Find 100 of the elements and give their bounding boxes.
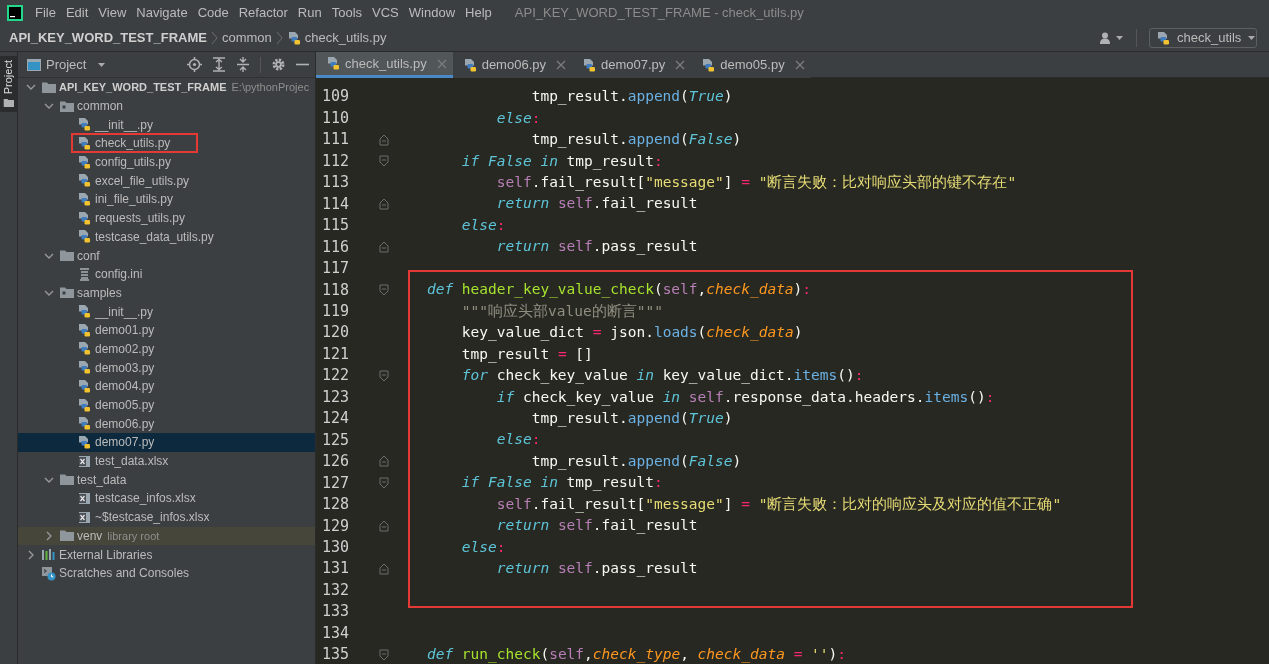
- line-number: 133: [321, 601, 351, 623]
- python-file-icon: [77, 341, 92, 357]
- close-icon[interactable]: [794, 60, 805, 70]
- fold-icon[interactable]: [379, 240, 389, 253]
- tree-item[interactable]: check_utils.py: [18, 134, 315, 153]
- tree-item[interactable]: config.ini: [18, 264, 315, 284]
- tree-item[interactable]: demo07.py: [18, 433, 315, 452]
- tree-item[interactable]: demo05.py: [18, 395, 315, 415]
- python-file-icon: [77, 304, 92, 320]
- menu-item[interactable]: VCS: [367, 2, 404, 23]
- close-icon[interactable]: [436, 58, 447, 69]
- breadcrumb[interactable]: API_KEY_WORD_TEST_FRAME: [9, 28, 207, 48]
- breadcrumb[interactable]: common: [221, 28, 272, 48]
- tree-item[interactable]: External Libraries: [18, 545, 315, 564]
- tree-item[interactable]: demo04.py: [18, 377, 315, 396]
- run-config-dropdown[interactable]: check_utils: [1149, 28, 1257, 48]
- menu-item[interactable]: File: [30, 2, 61, 23]
- settings-icon[interactable]: [271, 57, 286, 72]
- expand-icon[interactable]: [212, 57, 226, 72]
- breadcrumb[interactable]: check_utils.py: [286, 28, 387, 48]
- tree-item[interactable]: Scratches and Consoles: [18, 563, 315, 583]
- editor-tab[interactable]: check_utils.py: [316, 52, 453, 78]
- line-number: 120: [321, 322, 351, 344]
- folder-icon: [59, 248, 74, 264]
- line-number: 117: [321, 258, 351, 280]
- tree-item[interactable]: API_KEY_WORD_TEST_FRAME E:\pythonProjec: [18, 78, 315, 97]
- chevron-right-icon[interactable]: [44, 530, 54, 541]
- code-line: else:: [460, 215, 506, 235]
- code-line: tmp_result.append(True): [530, 87, 733, 107]
- menu-item[interactable]: Tools: [326, 2, 368, 23]
- tree-item[interactable]: ini_file_utils.py: [18, 190, 315, 209]
- tree-item[interactable]: demo06.py: [18, 414, 315, 434]
- python-file-icon: [77, 416, 92, 432]
- tree-item[interactable]: __init__.py: [18, 115, 315, 135]
- python-file-icon: [77, 173, 92, 189]
- fold-icon[interactable]: [379, 476, 389, 489]
- caret-icon: [1247, 34, 1257, 42]
- code-line: tmp_result = []: [460, 344, 593, 365]
- code-line: if False in tmp_result:: [460, 151, 663, 172]
- menu-item[interactable]: Edit: [60, 2, 94, 23]
- tree-item[interactable]: testcase_infos.xlsx: [18, 489, 315, 508]
- project-view-dropdown[interactable]: Project: [18, 54, 107, 75]
- fold-icon[interactable]: [379, 648, 389, 661]
- tree-item[interactable]: testcase_data_utils.py: [18, 227, 315, 247]
- fold-icon[interactable]: [379, 519, 389, 532]
- bars-icon: [41, 547, 56, 563]
- python-file-icon: [77, 191, 92, 207]
- tool-window-tab[interactable]: Project: [0, 56, 18, 113]
- caret-icon: [1115, 34, 1124, 42]
- user-menu-button[interactable]: [1099, 31, 1124, 45]
- folder-icon: [59, 528, 74, 544]
- code-line: self.fail_result["message"] = "断言失败：比对的响应头及对应的值不正确": [495, 494, 1062, 515]
- line-number: 131: [321, 558, 351, 580]
- menu-item[interactable]: Run: [292, 2, 327, 23]
- menu-item[interactable]: Window: [403, 2, 461, 23]
- menu-item[interactable]: Code: [192, 2, 234, 23]
- tree-item[interactable]: __init__.py: [18, 302, 315, 321]
- window-title: API_KEY_WORD_TEST_FRAME - check_utils.py: [514, 3, 804, 22]
- python-file-icon: [77, 322, 92, 338]
- tree-item[interactable]: excel_file_utils.py: [18, 171, 315, 191]
- python-file-icon: [701, 57, 717, 73]
- collapse-icon[interactable]: [236, 57, 250, 72]
- chevron-right-icon[interactable]: [26, 549, 36, 560]
- tree-item[interactable]: common: [18, 96, 315, 116]
- tree-item[interactable]: samples: [18, 283, 315, 303]
- line-number: 112: [321, 150, 351, 172]
- code-line: return self.fail_result: [495, 516, 698, 536]
- tree-item[interactable]: venv library root: [18, 526, 315, 546]
- tree-item[interactable]: config_utils.py: [18, 152, 315, 172]
- path-hint: library root: [107, 528, 160, 544]
- close-icon[interactable]: [556, 60, 566, 70]
- fold-icon[interactable]: [379, 133, 389, 146]
- tree-item[interactable]: test_data: [18, 470, 315, 490]
- tree-item[interactable]: ~$testcase_infos.xlsx: [18, 507, 315, 527]
- tree-item[interactable]: conf: [18, 246, 315, 265]
- python-file-icon: [286, 30, 302, 46]
- fold-icon[interactable]: [379, 198, 389, 210]
- python-file-icon: [462, 57, 478, 73]
- terminal-clock-icon: [41, 565, 56, 581]
- fold-icon[interactable]: [379, 155, 389, 168]
- tree-item[interactable]: demo03.py: [18, 358, 315, 377]
- spreadsheet-file-icon: [77, 509, 92, 525]
- python-file-icon: [77, 360, 92, 376]
- tree-item[interactable]: requests_utils.py: [18, 208, 315, 228]
- fold-icon[interactable]: [379, 369, 389, 382]
- fold-icon[interactable]: [379, 562, 389, 575]
- menu-item[interactable]: View: [93, 2, 132, 23]
- tree-item[interactable]: test_data.xlsx: [18, 451, 315, 471]
- code-line: return self.fail_result: [495, 194, 698, 214]
- menu-item[interactable]: Help: [460, 2, 497, 23]
- menu-item[interactable]: Refactor: [233, 2, 293, 23]
- python-file-icon: [77, 378, 92, 394]
- tree-item[interactable]: demo01.py: [18, 320, 315, 340]
- menu-item[interactable]: Navigate: [131, 2, 193, 23]
- crosshair-icon[interactable]: [187, 57, 202, 72]
- fold-icon[interactable]: [379, 283, 389, 296]
- tree-item[interactable]: demo02.py: [18, 339, 315, 359]
- code-line: tmp_result.append(True): [530, 409, 733, 429]
- fold-icon[interactable]: [379, 455, 389, 468]
- close-icon[interactable]: [675, 60, 686, 70]
